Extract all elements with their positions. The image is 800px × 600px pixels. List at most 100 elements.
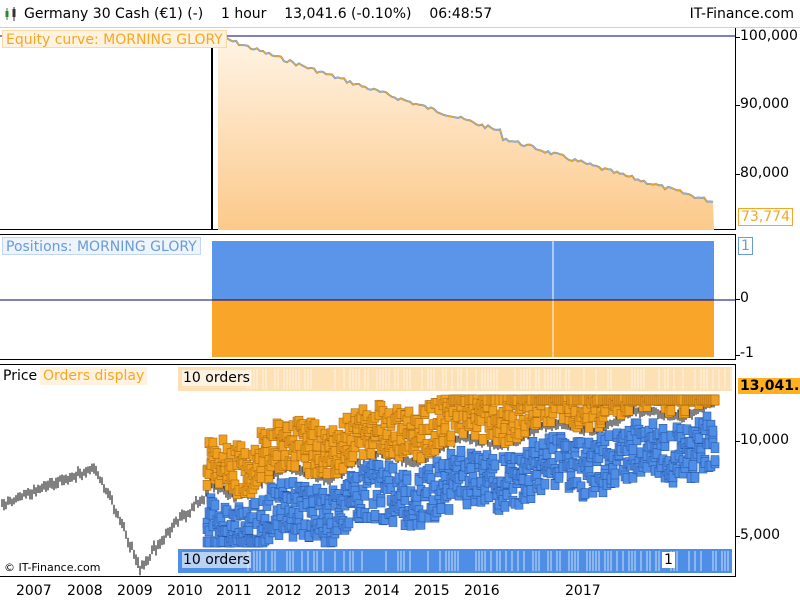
buy-order-block [370, 510, 380, 521]
copyright-label: © IT-Finance.com [4, 561, 101, 574]
buy-order-block [648, 418, 658, 429]
buy-order-block [462, 498, 472, 510]
price-panel[interactable]: Price Orders display 10 orders 10 orders… [0, 364, 736, 576]
buy-order-block [490, 459, 500, 471]
sell-order-block [584, 422, 594, 433]
brand-label: IT-Finance.com [689, 6, 794, 22]
year-label-2013: 2013 [315, 583, 351, 599]
buy-order-block [500, 501, 510, 512]
sell-order-block [666, 405, 676, 416]
buy-order-block [344, 517, 354, 529]
sell-order-block [228, 470, 238, 482]
bottom-orders-bars [178, 549, 732, 573]
buy-order-block [388, 462, 398, 474]
year-label-2015: 2015 [414, 583, 450, 599]
year-label-2014: 2014 [364, 583, 400, 599]
time-axis: 2007 2008 2009 2010 2011 2012 2013 2014 … [0, 576, 736, 600]
last-price-badge: 13,041.6 [738, 378, 800, 394]
sell-order-block [202, 480, 212, 491]
long-position-block [212, 241, 714, 300]
buy-order-block [540, 478, 550, 490]
buy-order-block [604, 430, 614, 441]
price-label[interactable]: Price [0, 367, 41, 385]
sell-order-block [478, 433, 488, 445]
year-label-2010: 2010 [167, 583, 203, 599]
positions-axis-label-neg1: -1 [740, 345, 754, 361]
sell-order-block [290, 460, 300, 472]
sell-order-block [532, 417, 542, 428]
top-orders-count: 10 orders [182, 370, 251, 386]
year-label-2011: 2011 [216, 583, 252, 599]
sell-order-block [312, 440, 322, 452]
positions-axis: 1 0 -1 [736, 234, 800, 361]
equity-last-value: 73,774 [738, 208, 793, 226]
buy-order-block [376, 496, 386, 508]
year-label-2007: 2007 [16, 583, 52, 599]
instrument-header: Germany 30 Cash (€1) (-) 1 hour 13,041.6… [24, 6, 492, 22]
sell-order-block [322, 468, 332, 479]
instrument-name: Germany 30 Cash (€1) (-) [24, 6, 204, 22]
clock: 06:48:57 [429, 6, 493, 22]
orders-display-label[interactable]: Orders display [40, 367, 148, 385]
buy-order-block [710, 442, 720, 453]
equity-axis: 100,000 90,000 80,000 73,774 [736, 28, 800, 230]
bottom-orders-count: 10 orders [182, 552, 251, 568]
top-orders-bars [178, 367, 732, 391]
buy-order-block [708, 425, 718, 437]
buy-order-block [690, 472, 700, 483]
price-axis-label-10000: 10,000 [740, 432, 789, 448]
short-position-block [212, 300, 714, 357]
equity-axis-label-80k: 80,000 [740, 165, 789, 181]
buy-order-block [466, 462, 476, 474]
buy-order-block [688, 460, 698, 471]
year-label-2017: 2017 [565, 583, 601, 599]
sell-order-block [680, 404, 690, 416]
equity-axis-label-100k: 100,000 [740, 28, 798, 44]
price-axis: 13,041.6 10,000 5,000 [736, 364, 800, 576]
buy-order-block [402, 474, 412, 486]
price-orders-chart [1, 394, 720, 576]
sell-order-block [366, 448, 376, 459]
buy-order-block [580, 488, 590, 499]
positions-panel[interactable]: Positions: MORNING GLORY [0, 234, 736, 360]
year-label-2009: 2009 [117, 583, 153, 599]
sell-order-block [240, 448, 250, 459]
timeframe[interactable]: 1 hour [221, 6, 266, 22]
buy-order-block [628, 444, 638, 455]
buy-order-block [210, 499, 220, 511]
sell-order-block [624, 405, 634, 416]
sell-order-block [348, 451, 358, 462]
buy-order-block [444, 504, 454, 515]
sell-order-block [710, 394, 720, 406]
buy-order-block [610, 468, 620, 480]
positions-label[interactable]: Positions: MORNING GLORY [2, 237, 201, 255]
price-readout: 13,041.6 (-0.10%) [284, 6, 412, 22]
top-strip-bg [178, 367, 732, 391]
buy-order-block [456, 445, 466, 457]
year-label-2008: 2008 [67, 583, 103, 599]
equity-curve-panel[interactable]: Equity curve: MORNING GLORY [0, 28, 736, 230]
year-label-2016: 2016 [464, 583, 500, 599]
title-bar: Germany 30 Cash (€1) (-) 1 hour 13,041.6… [0, 0, 800, 28]
buy-order-block [554, 472, 564, 483]
buy-order-block [710, 455, 720, 466]
bottom-orders-marker: 1 [662, 552, 675, 568]
price-axis-label-5000: 5,000 [740, 527, 781, 543]
sell-order-block [256, 472, 266, 483]
sell-order-block [272, 450, 282, 461]
positions-axis-label-1: 1 [738, 237, 753, 255]
equity-curve-chart [0, 35, 736, 230]
bottom-orders-strip[interactable]: 10 orders 1 [178, 549, 732, 573]
equity-curve-label[interactable]: Equity curve: MORNING GLORY [2, 30, 227, 48]
buy-order-block [250, 498, 260, 509]
buy-order-block [436, 503, 446, 514]
equity-area [218, 36, 714, 230]
top-orders-strip[interactable]: 10 orders [178, 367, 732, 391]
sell-order-block [446, 430, 456, 442]
candlestick-chart-icon [5, 7, 16, 21]
year-label-2012: 2012 [266, 583, 302, 599]
positions-axis-label-0: 0 [740, 290, 749, 306]
buy-order-block [388, 516, 398, 527]
buy-order-block [360, 489, 370, 501]
equity-axis-label-90k: 90,000 [740, 96, 789, 112]
